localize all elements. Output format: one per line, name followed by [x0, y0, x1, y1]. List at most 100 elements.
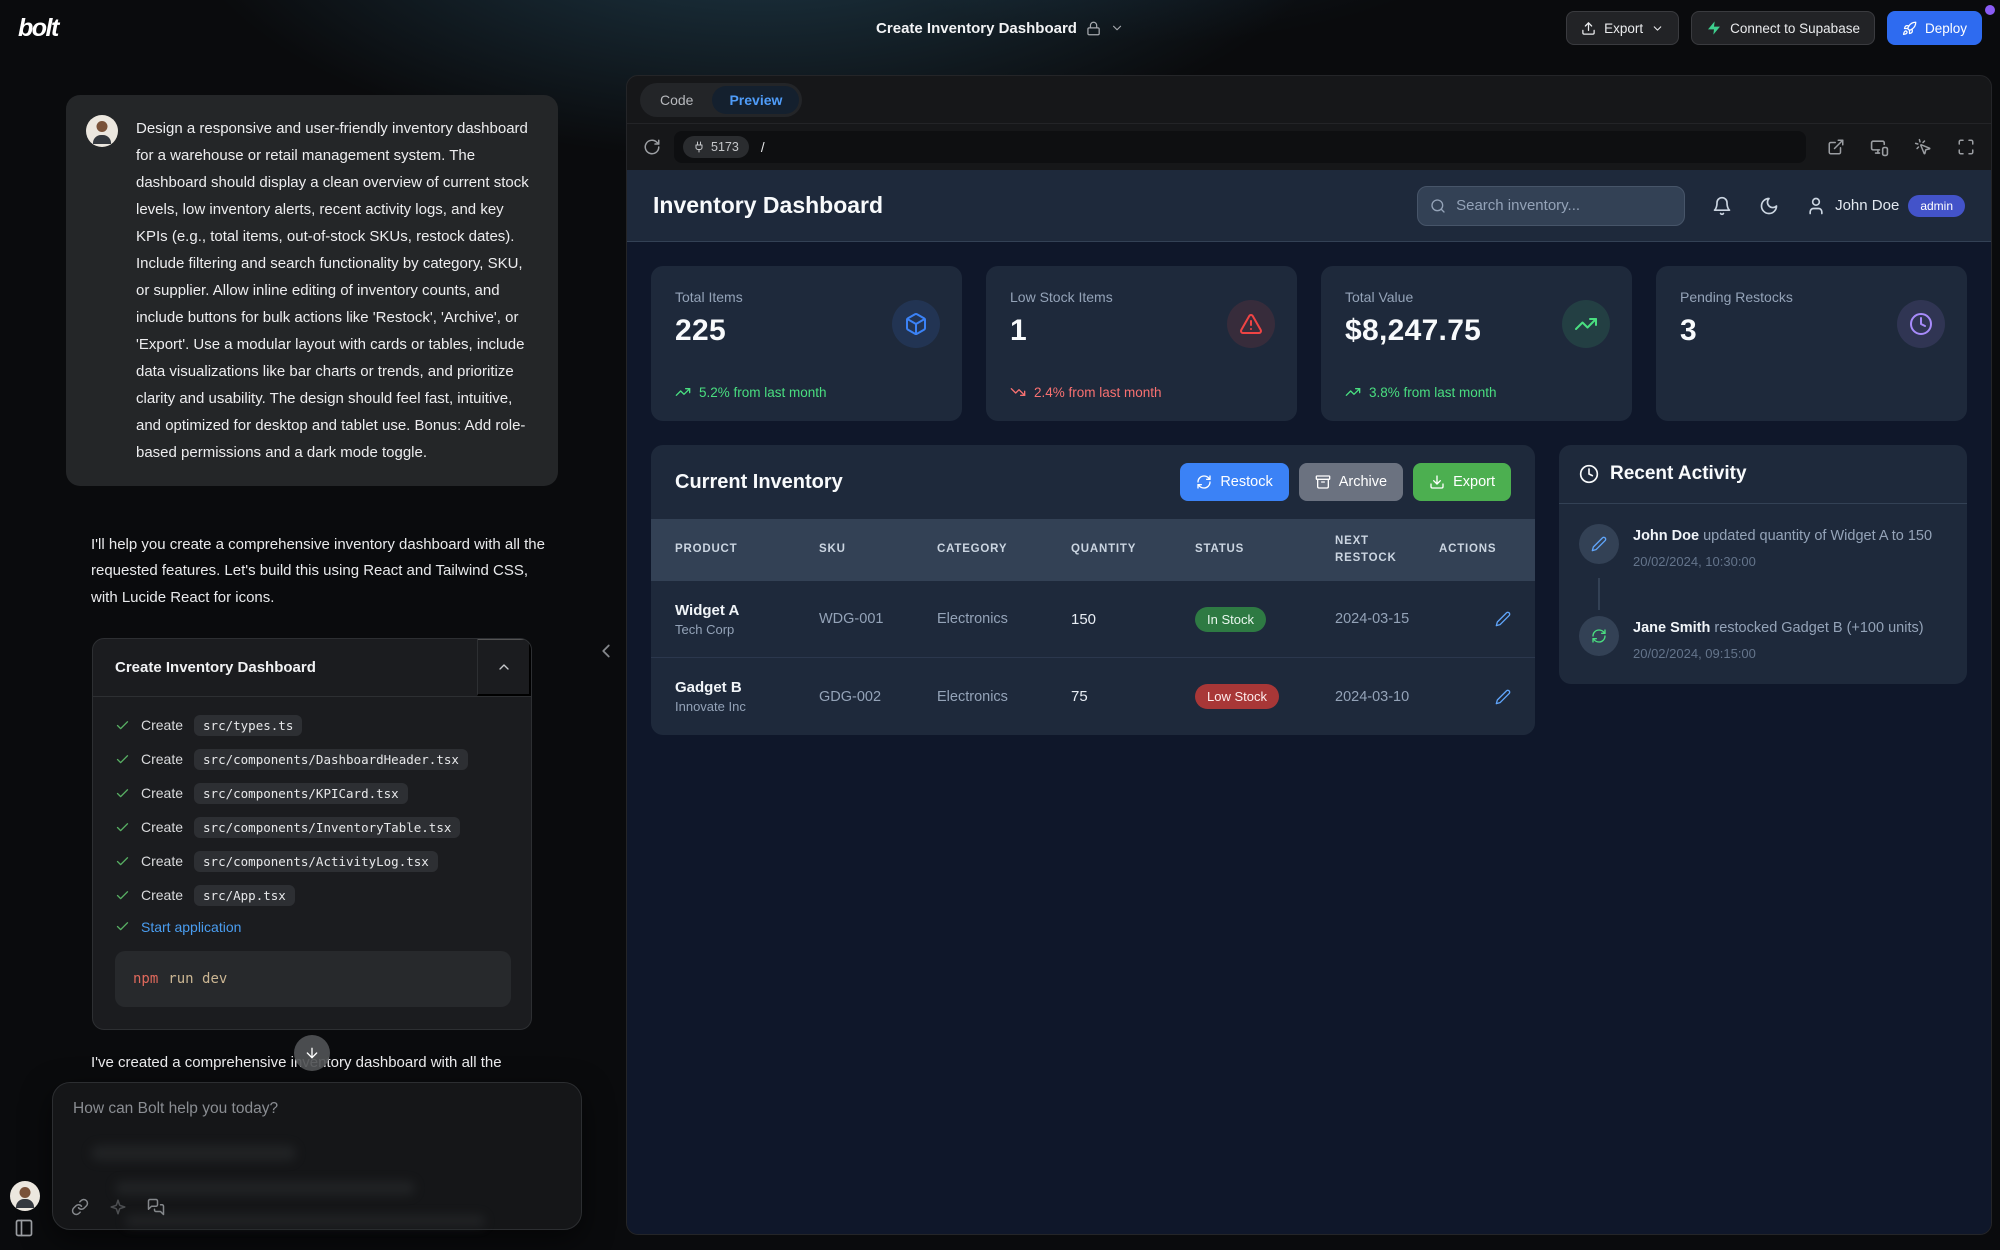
connect-supabase-button[interactable]: Connect to Supabase	[1691, 11, 1875, 45]
lock-icon	[1086, 21, 1101, 36]
search-input[interactable]: Search inventory...	[1417, 186, 1685, 226]
user-menu[interactable]: John Doe admin	[1806, 195, 1965, 217]
project-title-menu[interactable]: Create Inventory Dashboard	[876, 20, 1124, 37]
search-icon	[1430, 198, 1446, 214]
step-start-application: Start application	[115, 919, 511, 935]
kpi-card-low-stock: Low Stock Items 1 2.4% from last month	[986, 266, 1297, 421]
user-avatar	[86, 115, 118, 147]
artifact-title: Create Inventory Dashboard	[115, 659, 316, 676]
artifact-card: Create Inventory Dashboard Create src/ty…	[92, 638, 532, 1030]
archive-button[interactable]: Archive	[1299, 463, 1403, 501]
port-pill[interactable]: 5173	[683, 136, 749, 158]
refresh-icon	[1196, 474, 1212, 490]
check-icon	[115, 919, 130, 934]
package-icon	[892, 300, 940, 348]
step-create-file: Create src/types.ts	[115, 715, 511, 736]
user-message: Design a responsive and user-friendly in…	[66, 95, 558, 486]
url-path: /	[761, 140, 765, 155]
check-icon	[115, 854, 130, 869]
category-cell: Electronics	[937, 689, 1065, 705]
bolt-logo[interactable]: bolt	[18, 14, 58, 43]
dark-mode-toggle-icon[interactable]	[1759, 196, 1779, 216]
alert-triangle-icon	[1227, 300, 1275, 348]
topbar-actions: Export Connect to Supabase Deploy	[1566, 11, 1982, 45]
terminal-command-block: npmrun dev	[115, 951, 511, 1007]
inspector-cursor-icon[interactable]	[1914, 138, 1932, 157]
dashboard-body: Total Items 225 5.2% from last month Low…	[627, 242, 1991, 759]
activity-header: Recent Activity	[1559, 445, 1967, 504]
chat-input-box	[52, 1082, 582, 1230]
chevron-up-icon	[496, 659, 512, 675]
preview-viewport: Inventory Dashboard Search inventory... …	[627, 170, 1991, 1234]
file-chip[interactable]: src/App.tsx	[194, 885, 295, 906]
supabase-bolt-icon	[1706, 20, 1722, 36]
kpi-row: Total Items 225 5.2% from last month Low…	[651, 266, 1967, 421]
attach-link-icon[interactable]	[71, 1198, 89, 1216]
sku-cell: WDG-001	[819, 611, 931, 627]
refresh-icon	[1579, 616, 1619, 656]
edit-row-button[interactable]	[1495, 689, 1511, 705]
open-external-icon[interactable]	[1827, 138, 1845, 157]
edit-row-button[interactable]	[1495, 611, 1511, 627]
restock-button[interactable]: Restock	[1180, 463, 1288, 501]
pencil-icon	[1579, 524, 1619, 564]
enhance-prompt-icon[interactable]	[109, 1198, 127, 1216]
activity-user: Jane Smith	[1633, 620, 1710, 636]
bell-icon[interactable]	[1712, 196, 1732, 216]
notification-dot	[1985, 5, 1995, 15]
timeline-connector	[1598, 578, 1600, 610]
workbench-tabs: Code Preview	[627, 76, 1991, 124]
clock-icon	[1579, 464, 1599, 484]
inventory-title: Current Inventory	[675, 471, 843, 494]
dashboard-header-actions: Search inventory... John Doe admin	[1417, 186, 1965, 226]
pencil-icon	[1495, 611, 1511, 627]
file-chip[interactable]: src/components/KPICard.tsx	[194, 783, 408, 804]
export-button[interactable]: Export	[1566, 11, 1679, 45]
next-restock-cell: 2024-03-10	[1335, 689, 1433, 705]
chat-panel: Design a responsive and user-friendly in…	[66, 95, 558, 1071]
scroll-to-bottom-button[interactable]	[294, 1035, 330, 1071]
quantity-cell[interactable]: 75	[1071, 688, 1189, 705]
recent-activity-card: Recent Activity John Doe updated quantit…	[1559, 445, 1967, 684]
sku-cell: GDG-002	[819, 689, 931, 705]
kpi-trend: 5.2% from last month	[675, 384, 827, 400]
activity-action: restocked Gadget B (+100 units)	[1714, 620, 1923, 636]
plug-icon	[693, 141, 705, 153]
arrow-down-icon	[304, 1045, 320, 1061]
url-input[interactable]: 5173 /	[674, 131, 1806, 163]
preview-panel: Code Preview 5173 / Inventory Dashboard	[626, 75, 1992, 1235]
collapse-artifact-button[interactable]	[477, 638, 531, 696]
account-avatar[interactable]	[10, 1181, 40, 1211]
start-application-link[interactable]: Start application	[141, 919, 241, 935]
assistant-message-text: I'll help you create a comprehensive inv…	[91, 532, 557, 611]
file-chip[interactable]: src/components/ActivityLog.tsx	[194, 851, 438, 872]
check-icon	[115, 888, 130, 903]
tab-code[interactable]: Code	[643, 86, 710, 114]
dashboard-header: Inventory Dashboard Search inventory... …	[627, 170, 1991, 242]
upload-icon	[1581, 21, 1596, 36]
file-chip[interactable]: src/components/InventoryTable.tsx	[194, 817, 460, 838]
file-chip[interactable]: src/components/DashboardHeader.tsx	[194, 749, 468, 770]
device-preview-icon[interactable]	[1870, 138, 1889, 157]
reload-icon[interactable]	[643, 138, 661, 156]
kpi-trend: 2.4% from last month	[1010, 384, 1162, 400]
quantity-cell[interactable]: 150	[1071, 611, 1189, 628]
kpi-card-pending-restocks: Pending Restocks 3	[1656, 266, 1967, 421]
trending-up-icon	[675, 384, 691, 400]
sidebar-toggle-icon[interactable]	[14, 1218, 34, 1238]
deploy-button[interactable]: Deploy	[1887, 11, 1982, 45]
chevron-down-icon	[1651, 22, 1664, 35]
trending-up-icon	[1562, 300, 1610, 348]
tab-preview[interactable]: Preview	[712, 86, 799, 114]
product-supplier: Tech Corp	[675, 622, 813, 637]
step-create-file: Create src/components/InventoryTable.tsx	[115, 817, 511, 838]
step-create-file: Create src/components/ActivityLog.tsx	[115, 851, 511, 872]
discussion-mode-icon[interactable]	[147, 1198, 165, 1216]
fullscreen-icon[interactable]	[1957, 138, 1975, 157]
chevron-left-icon	[595, 640, 617, 662]
file-chip[interactable]: src/types.ts	[194, 715, 302, 736]
activity-action: updated quantity of Widget A to 150	[1703, 528, 1932, 544]
command-args: run dev	[168, 971, 227, 987]
collapse-chat-handle[interactable]	[595, 640, 617, 662]
export-csv-button[interactable]: Export	[1413, 463, 1511, 501]
